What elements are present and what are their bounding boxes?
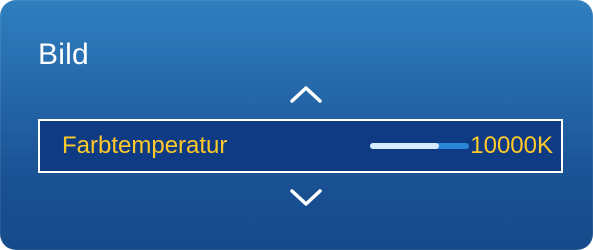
chevron-down-icon[interactable] <box>289 188 323 208</box>
slider-fill <box>370 143 440 149</box>
setting-label: Farbtemperatur <box>62 132 228 159</box>
chevron-up-icon[interactable] <box>289 84 323 104</box>
color-temperature-slider[interactable] <box>370 143 469 149</box>
menu-title: Bild <box>38 38 89 71</box>
setting-value: 10000K <box>470 132 553 159</box>
picture-menu-panel: Bild Farbtemperatur 10000K <box>0 0 593 250</box>
color-temperature-setting[interactable]: Farbtemperatur 10000K <box>38 119 563 173</box>
